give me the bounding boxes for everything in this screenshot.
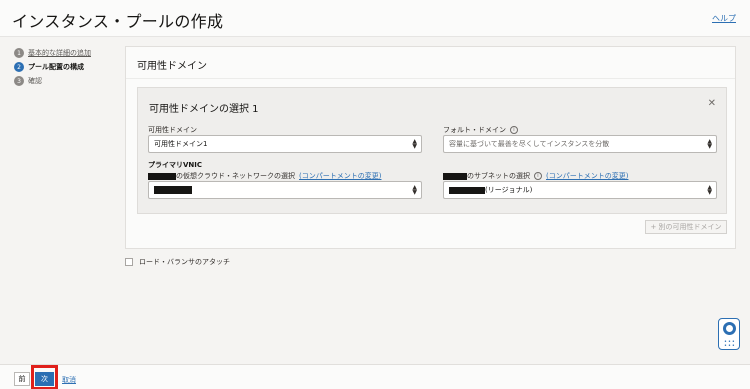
availability-domain-value: 可用性ドメイン1 [154,140,208,148]
add-availability-domain-button[interactable]: + 別の可用性ドメイン [645,220,727,234]
availability-domain-panel: 可用性ドメイン 可用性ドメインの選択 1 ✕ 可用性ドメイン 可用性ドメイン1 … [125,46,736,249]
fault-domain-select[interactable]: 容量に基づいて最善を尽くしてインスタンスを分散 ▲ ▼ [443,135,717,153]
vcn-select[interactable]: ▲ ▼ [148,181,422,199]
panel-title: 可用性ドメイン [137,61,207,72]
help-widget[interactable]: ••• ••• [718,318,740,350]
step-basic-details[interactable]: 1 基本的な詳細の追加 [14,46,91,60]
step-number: 1 [14,48,24,58]
availability-domain-label: 可用性ドメイン [148,125,197,135]
load-balancer-option[interactable]: ロード・バランサのアタッチ [125,257,230,267]
subnet-change-compartment-link[interactable]: (コンパートメントの変更) [546,171,628,181]
fault-domain-label-text: フォルト・ドメイン [443,126,506,134]
redacted-compartment [148,172,176,180]
subnet-label: のサブネットの選択 i (コンパートメントの変更) [443,171,628,181]
step-label[interactable]: 基本的な詳細の追加 [28,48,91,58]
subnet-label-text: のサブネットの選択 [467,172,530,180]
help-link[interactable]: ヘルプ [712,13,736,24]
page-header: インスタンス・プールの作成 ヘルプ [0,0,750,37]
divider [126,78,735,79]
lifebuoy-icon [723,322,736,335]
step-number: 2 [14,62,24,72]
back-button[interactable]: 前 [14,372,30,386]
redacted-vcn-value [154,186,192,194]
wizard-steps: 1 基本的な詳細の追加 2 プール配置の構成 3 確認 [14,46,91,88]
step-label: プール配置の構成 [28,63,84,71]
wizard-footer: 前 次 取消 [0,364,750,389]
redacted-compartment [443,172,467,180]
info-icon[interactable]: i [510,126,518,134]
vcn-change-compartment-link[interactable]: (コンパートメントの変更) [299,171,381,181]
page-title: インスタンス・プールの作成 [12,12,224,31]
step-label: 確認 [28,77,42,85]
availability-domain-select[interactable]: 可用性ドメイン1 ▲ ▼ [148,135,422,153]
load-balancer-checkbox[interactable] [125,258,133,266]
fault-domain-placeholder: 容量に基づいて最善を尽くしてインスタンスを分散 [449,140,610,148]
select-caret-icon: ▲ ▼ [707,138,712,150]
primary-vnic-heading: プライマリVNIC [148,161,203,169]
vcn-label-text: の仮想クラウド・ネットワークの選択 [176,172,295,180]
select-caret-icon: ▲ ▼ [412,138,417,150]
availability-domain-card: 可用性ドメインの選択 1 ✕ 可用性ドメイン 可用性ドメイン1 ▲ ▼ フォルト・… [137,87,727,214]
next-button[interactable]: 次 [35,372,54,386]
cancel-link[interactable]: 取消 [62,375,76,385]
subnet-value: (リージョナル) [485,186,533,194]
load-balancer-label: ロード・バランサのアタッチ [139,258,230,266]
dots-icon: ••• ••• [724,339,736,349]
step-number: 3 [14,76,24,86]
subnet-select[interactable]: (リージョナル) ▲ ▼ [443,181,717,199]
vcn-label: の仮想クラウド・ネットワークの選択 (コンパートメントの変更) [148,171,381,181]
fault-domain-label: フォルト・ドメイン i [443,125,518,135]
redacted-subnet-name [449,186,485,194]
card-title: 可用性ドメインの選択 1 [149,104,259,115]
step-placement: 2 プール配置の構成 [14,60,91,74]
step-review: 3 確認 [14,74,91,88]
close-icon[interactable]: ✕ [708,98,716,109]
select-caret-icon: ▲ ▼ [707,184,712,196]
availability-domain-label-text: 可用性ドメイン [148,126,197,134]
info-icon[interactable]: i [534,172,542,180]
select-caret-icon: ▲ ▼ [412,184,417,196]
